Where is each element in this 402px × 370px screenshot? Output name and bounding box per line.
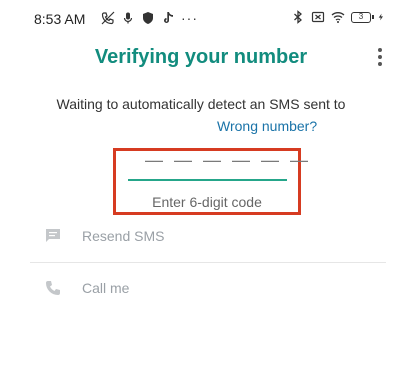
bluetooth-icon bbox=[294, 10, 302, 24]
status-left-icons: ··· bbox=[101, 11, 198, 25]
divider bbox=[30, 262, 386, 263]
message-icon bbox=[46, 229, 60, 242]
status-bar: 8:53 AM ··· 3 bbox=[0, 0, 402, 34]
phone-icon bbox=[46, 281, 60, 295]
status-time: 8:53 AM bbox=[34, 11, 86, 27]
resend-sms-button[interactable]: Resend SMS bbox=[44, 225, 164, 247]
tiktok-icon bbox=[164, 12, 173, 23]
call-me-button[interactable]: Call me bbox=[44, 277, 129, 299]
battery-icon: 3 bbox=[351, 11, 374, 23]
microphone-icon bbox=[123, 12, 133, 24]
code-input-underline bbox=[128, 179, 287, 181]
code-input[interactable]: — — — — — — bbox=[145, 150, 311, 171]
charging-icon bbox=[378, 13, 383, 21]
sim-off-icon bbox=[311, 11, 325, 23]
resend-sms-label: Resend SMS bbox=[82, 228, 165, 244]
muted-call-icon bbox=[101, 11, 115, 25]
page-title: Verifying your number bbox=[94, 46, 308, 68]
wifi-icon bbox=[331, 12, 345, 23]
wrong-number-link[interactable]: Wrong number? bbox=[217, 118, 317, 134]
code-hint: Enter 6-digit code bbox=[152, 194, 262, 210]
call-me-label: Call me bbox=[82, 280, 130, 296]
status-right-icons: 3 bbox=[291, 10, 385, 24]
overflow-menu-icon[interactable] bbox=[376, 48, 384, 68]
waiting-message: Waiting to automatically detect an SMS s… bbox=[56, 96, 346, 112]
shield-icon bbox=[143, 12, 153, 24]
more-notifications-icon: ··· bbox=[181, 10, 198, 26]
